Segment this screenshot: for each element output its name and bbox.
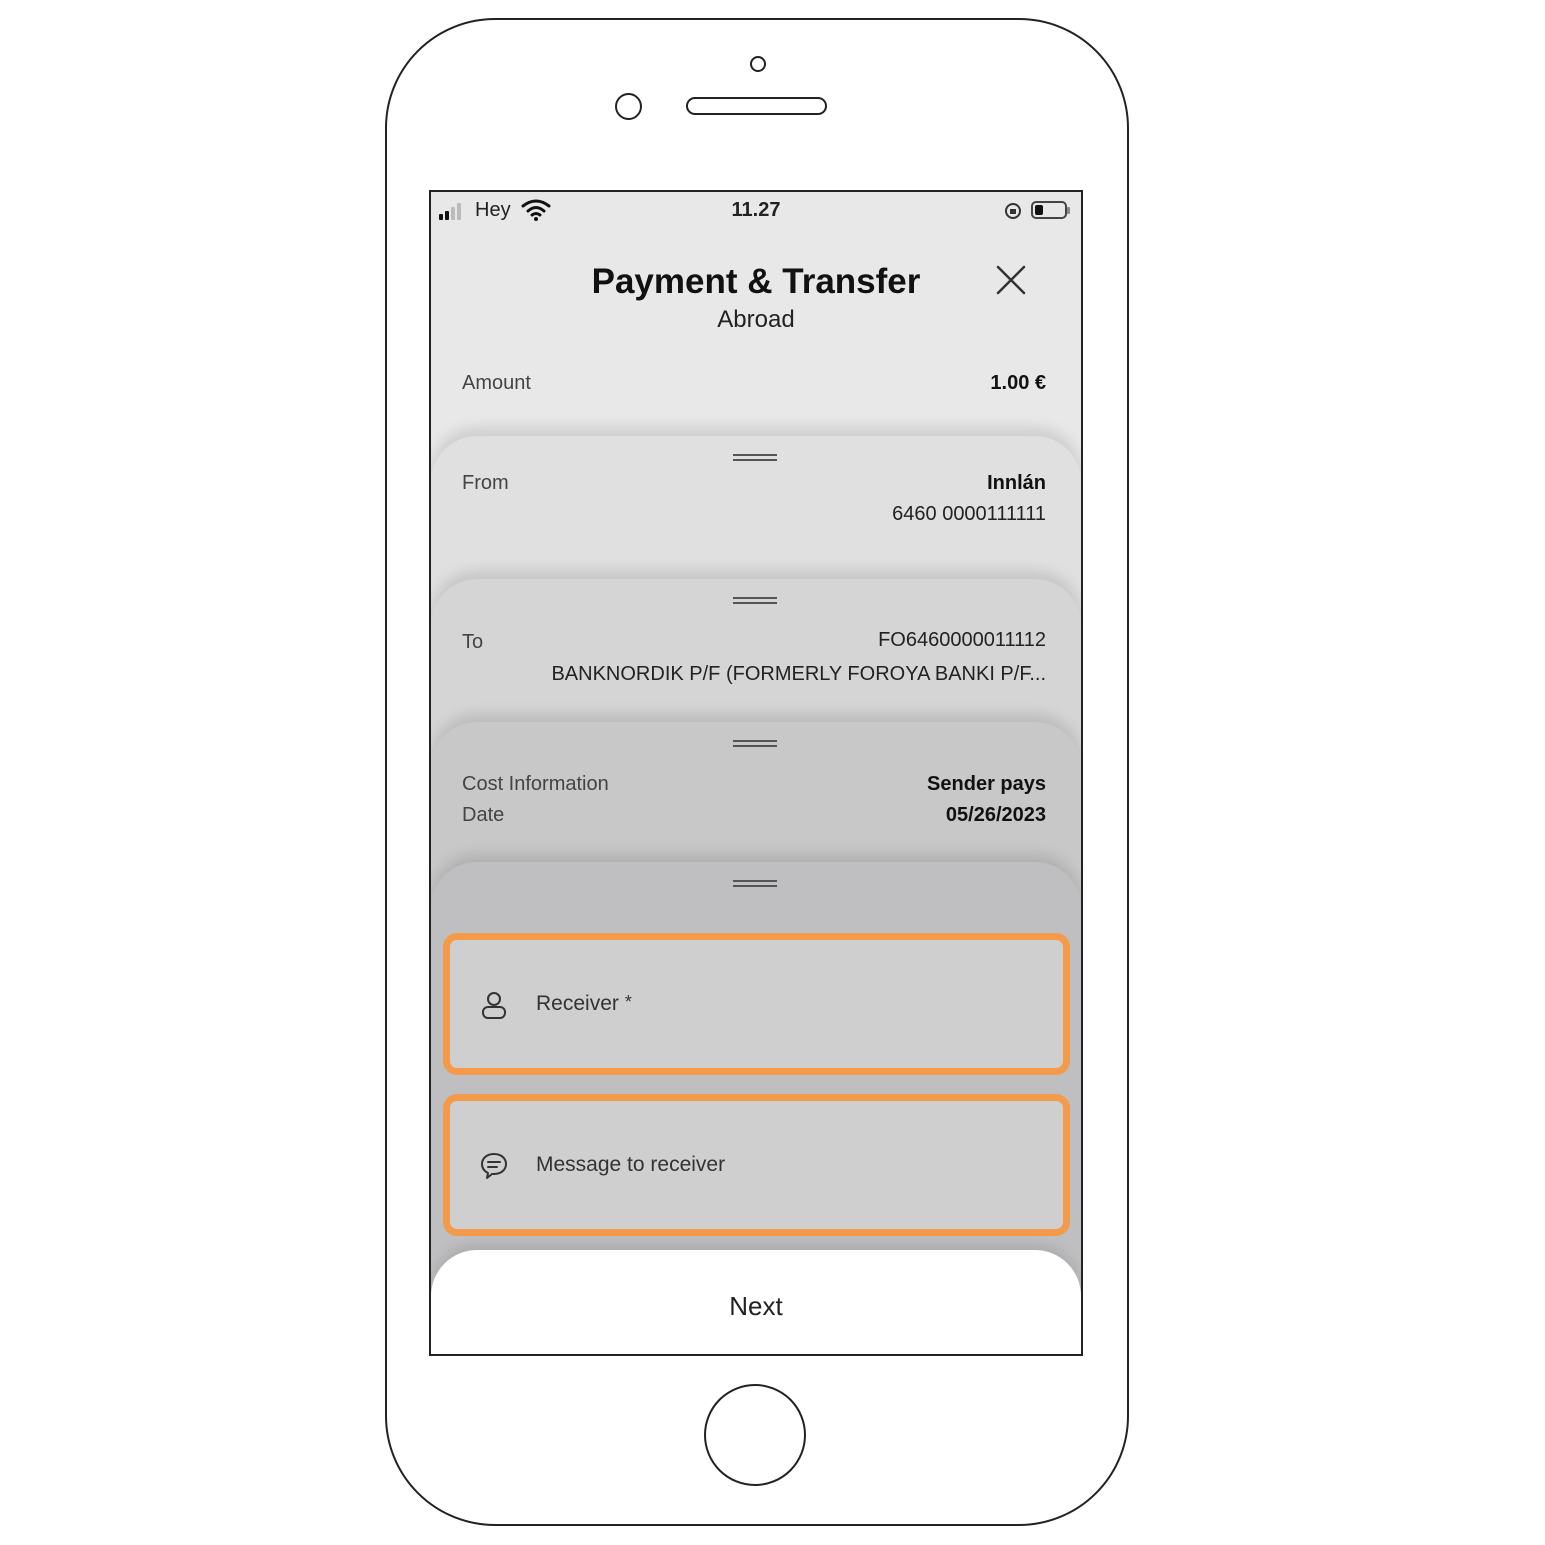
cost-info-value: Sender pays: [927, 773, 1046, 795]
status-time: 11.27: [731, 199, 781, 221]
message-label: Message to receiver: [536, 1153, 726, 1176]
close-icon[interactable]: [993, 262, 1029, 298]
required-marker: *: [624, 992, 632, 1012]
next-button[interactable]: Next: [431, 1290, 1081, 1323]
to-label: To: [462, 631, 484, 653]
front-camera: [750, 56, 766, 72]
battery-icon: [1031, 201, 1070, 219]
rotation-lock-icon: [1005, 203, 1021, 219]
drag-handle[interactable]: [733, 454, 777, 461]
from-account-name: Innlán: [987, 472, 1046, 494]
from-label: From: [462, 472, 509, 494]
status-bar: Hey 11.27: [431, 192, 1081, 232]
amount-label: Amount: [462, 372, 531, 394]
message-field[interactable]: Message to receiver: [443, 1094, 1070, 1236]
to-bank-name: BANKNORDIK P/F (FORMERLY FOROYA BANKI P/…: [551, 663, 1046, 685]
date-value: 05/26/2023: [945, 804, 1046, 826]
drag-handle[interactable]: [733, 597, 777, 604]
amount-value: 1.00 €: [990, 372, 1046, 394]
sensor: [615, 93, 642, 120]
from-account-number: 6460 0000111111: [892, 503, 1046, 525]
to-iban: FO6460000011112: [878, 629, 1046, 651]
receiver-field[interactable]: Receiver *: [443, 933, 1070, 1075]
earpiece-speaker: [686, 97, 827, 115]
page-subtitle: Abroad: [717, 306, 795, 333]
drag-handle[interactable]: [733, 880, 777, 887]
cost-info-label: Cost Information: [462, 773, 609, 795]
home-button[interactable]: [704, 1384, 806, 1486]
app-screen: Hey 11.27 Payment & Transfer Abroad Amou…: [429, 190, 1083, 1356]
drag-handle[interactable]: [733, 740, 777, 747]
page-title: Payment & Transfer: [591, 262, 921, 301]
message-icon: [481, 1153, 507, 1179]
person-icon: [482, 992, 506, 1019]
footer-bar: Next: [431, 1250, 1081, 1354]
receiver-label: Receiver *: [536, 992, 632, 1015]
date-label: Date: [462, 804, 505, 826]
